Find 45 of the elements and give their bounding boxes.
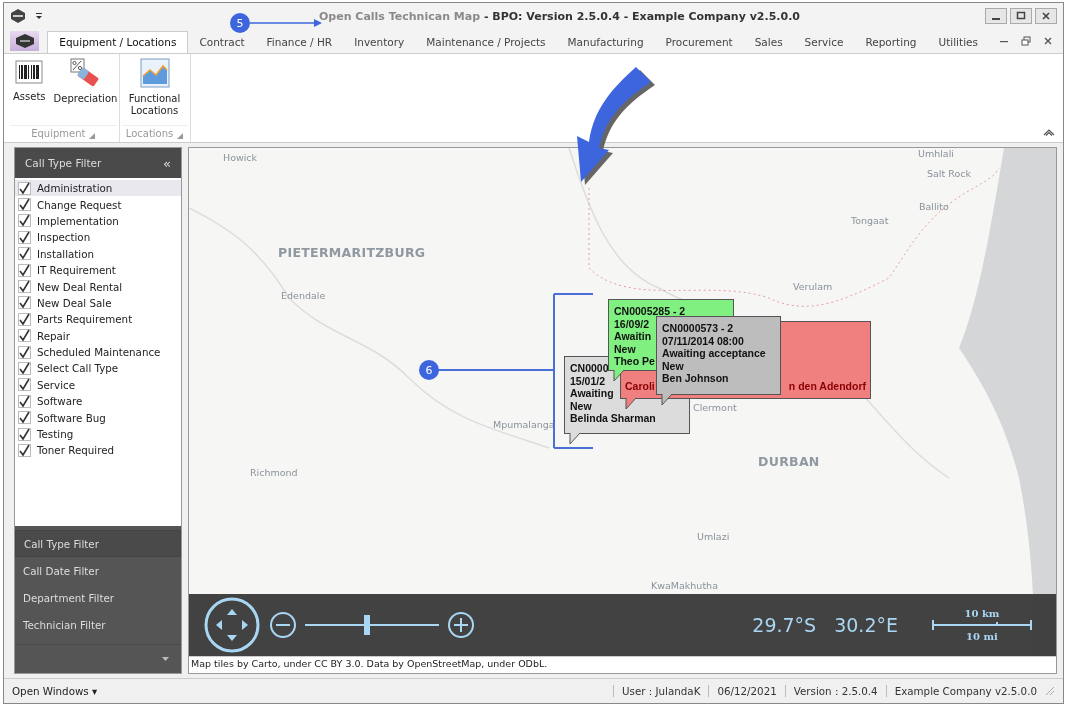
- map-place-label: Clermont: [693, 402, 737, 413]
- status-bar-item: Version : 2.5.0.4: [784, 685, 886, 697]
- map-place-label: Salt Rock: [927, 168, 971, 179]
- map-place-label: Ballito: [919, 201, 949, 212]
- map-place-label: Verulam: [793, 281, 833, 292]
- latitude-readout: 29.7°S: [752, 614, 817, 636]
- callout-text: CN0000: [570, 362, 609, 375]
- map-place-label: Richmond: [250, 467, 298, 478]
- callout-text: New: [662, 359, 684, 372]
- ribbon-group-label: Locations: [125, 128, 174, 139]
- callout-text: Caroli: [625, 379, 655, 392]
- callout-text: Belinda Sharman: [570, 412, 656, 425]
- map-place-label: Mpumalanga: [493, 419, 555, 430]
- window-title: - BPO: Version 2.5.0.4 - Example Company v2.5.0.0: [483, 9, 800, 23]
- longitude-readout: 30.2°E: [834, 614, 898, 636]
- status-bar-item: User : JulandaK: [613, 685, 709, 697]
- callout-text: Theo Pe: [614, 355, 655, 368]
- callout-text: 16/09/2: [614, 317, 650, 330]
- map-place-label: KwaMakhutha: [651, 580, 718, 591]
- callout-text: 15/01/2: [570, 374, 606, 387]
- map-attribution: Map tiles by Carto, under CC BY 3.0. Data by OpenStreetMap, under ODbL.: [189, 656, 1056, 670]
- map-place-label: Edendale: [281, 290, 326, 301]
- callout-text: 07/11/2014 08:00: [662, 334, 744, 347]
- panel-title: Call Type Filter: [25, 157, 102, 169]
- window-title: Open Calls Technican Map: [319, 9, 481, 23]
- status-bar-item: 06/12/2021: [708, 685, 785, 697]
- ribbon-group-label: Equipment: [31, 128, 86, 139]
- callout-text: New: [570, 399, 592, 412]
- callout-text: New: [614, 342, 636, 355]
- scale-label: 10 mi: [966, 631, 998, 642]
- callout-text: Awaiting acceptance: [662, 347, 766, 360]
- callout-text: Awaiting: [570, 387, 614, 400]
- map-place-label: DURBAN: [758, 454, 820, 469]
- map-place-label: Howick: [223, 152, 258, 163]
- map-place-label: PIETERMARITZBURG: [278, 245, 426, 260]
- callout-text: n den Adendorf: [788, 379, 866, 392]
- status-bar-item: Example Company v2.5.0.0: [885, 685, 1045, 697]
- map-place-label: Umlazi: [697, 531, 730, 542]
- map-place-label: Tongaat: [851, 215, 889, 226]
- scale-label: 10 km: [964, 608, 1000, 619]
- callout-text: CN0000573 - 2: [662, 322, 734, 335]
- map-place-label: Umhlali: [918, 148, 954, 159]
- callout-text: Ben Johnson: [662, 372, 729, 385]
- callout-text: Awaitin: [614, 330, 652, 343]
- callout-text: CN0005285 - 2: [614, 305, 686, 318]
